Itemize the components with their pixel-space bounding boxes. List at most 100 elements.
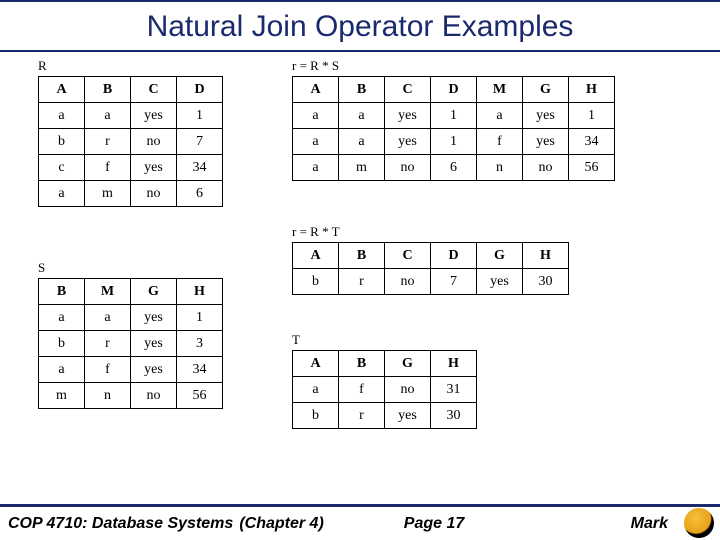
table-cell: n	[477, 155, 523, 181]
table-cell: b	[39, 129, 85, 155]
table-cell: 31	[431, 377, 477, 403]
table-cell: f	[339, 377, 385, 403]
table-cell: 34	[177, 357, 223, 383]
table-RS-label: r = R * S	[292, 58, 615, 74]
column-header: M	[85, 279, 131, 305]
table-cell: m	[85, 181, 131, 207]
table-cell: yes	[523, 103, 569, 129]
table-cell: no	[385, 155, 431, 181]
footer-page: Page 17	[404, 515, 464, 533]
table-cell: b	[293, 269, 339, 295]
content-area: R ABCDaayes1brno7cfyes34amno6 r = R * S …	[0, 52, 720, 482]
slide-title: Natural Join Operator Examples	[0, 2, 720, 50]
table-cell: a	[39, 103, 85, 129]
column-header: H	[569, 77, 615, 103]
column-header: D	[431, 77, 477, 103]
column-header: A	[293, 351, 339, 377]
table-R-block: R ABCDaayes1brno7cfyes34amno6	[38, 58, 223, 207]
table-cell: yes	[385, 103, 431, 129]
table-cell: 1	[177, 305, 223, 331]
table-cell: r	[339, 269, 385, 295]
table-R: ABCDaayes1brno7cfyes34amno6	[38, 76, 223, 207]
column-header: C	[385, 243, 431, 269]
table-cell: n	[85, 383, 131, 409]
table-cell: 30	[431, 403, 477, 429]
table-row: aayes1	[39, 103, 223, 129]
table-RS-block: r = R * S ABCDMGHaayes1ayes1aayes1fyes34…	[292, 58, 615, 181]
table-cell: b	[39, 331, 85, 357]
column-header: D	[177, 77, 223, 103]
table-row: bryes30	[293, 403, 477, 429]
table-cell: a	[477, 103, 523, 129]
table-row: aayes1fyes34	[293, 129, 615, 155]
table-S-label: S	[38, 260, 223, 276]
table-cell: r	[85, 331, 131, 357]
table-RT-label: r = R * T	[292, 224, 569, 240]
table-row: aayes1	[39, 305, 223, 331]
table-row: afno31	[293, 377, 477, 403]
ucf-logo-icon	[684, 508, 714, 538]
column-header: B	[339, 77, 385, 103]
column-header: B	[85, 77, 131, 103]
table-cell: a	[39, 357, 85, 383]
table-cell: yes	[385, 403, 431, 429]
table-cell: 56	[569, 155, 615, 181]
table-row: brno7	[39, 129, 223, 155]
table-row: cfyes34	[39, 155, 223, 181]
table-R-label: R	[38, 58, 223, 74]
column-header: C	[131, 77, 177, 103]
table-cell: yes	[131, 331, 177, 357]
table-cell: yes	[131, 103, 177, 129]
table-cell: f	[477, 129, 523, 155]
table-cell: a	[39, 305, 85, 331]
table-cell: 7	[177, 129, 223, 155]
table-cell: no	[131, 383, 177, 409]
table-cell: a	[293, 155, 339, 181]
table-cell: no	[131, 129, 177, 155]
table-cell: f	[85, 155, 131, 181]
slide: Natural Join Operator Examples R ABCDaay…	[0, 0, 720, 540]
table-cell: 34	[569, 129, 615, 155]
table-cell: b	[293, 403, 339, 429]
table-cell: 1	[431, 103, 477, 129]
table-RT-block: r = R * T ABCDGHbrno7yes30	[292, 224, 569, 295]
table-RS: ABCDMGHaayes1ayes1aayes1fyes34amno6nno56	[292, 76, 615, 181]
table-T: ABGHafno31bryes30	[292, 350, 477, 429]
table-cell: a	[39, 181, 85, 207]
table-cell: yes	[523, 129, 569, 155]
footer-author: Mark	[631, 515, 668, 533]
table-cell: 6	[431, 155, 477, 181]
column-header: G	[477, 243, 523, 269]
table-cell: 6	[177, 181, 223, 207]
table-cell: a	[339, 103, 385, 129]
table-cell: 3	[177, 331, 223, 357]
column-header: A	[293, 243, 339, 269]
footer: COP 4710: Database Systems (Chapter 4) P…	[0, 504, 720, 540]
table-row: amno6	[39, 181, 223, 207]
table-cell: a	[293, 377, 339, 403]
column-header: C	[385, 77, 431, 103]
table-cell: 1	[177, 103, 223, 129]
column-header: H	[177, 279, 223, 305]
column-header: G	[523, 77, 569, 103]
table-cell: 1	[431, 129, 477, 155]
table-cell: 7	[431, 269, 477, 295]
footer-course: COP 4710: Database Systems	[8, 515, 233, 533]
table-cell: a	[293, 103, 339, 129]
table-cell: a	[293, 129, 339, 155]
table-cell: a	[85, 103, 131, 129]
table-cell: a	[85, 305, 131, 331]
table-cell: f	[85, 357, 131, 383]
table-cell: c	[39, 155, 85, 181]
column-header: A	[39, 77, 85, 103]
table-row: amno6nno56	[293, 155, 615, 181]
table-cell: yes	[477, 269, 523, 295]
table-cell: yes	[131, 305, 177, 331]
table-cell: no	[523, 155, 569, 181]
table-cell: yes	[131, 357, 177, 383]
table-S: BMGHaayes1bryes3afyes34mnno56	[38, 278, 223, 409]
table-cell: m	[39, 383, 85, 409]
table-cell: yes	[131, 155, 177, 181]
table-row: afyes34	[39, 357, 223, 383]
table-cell: r	[85, 129, 131, 155]
